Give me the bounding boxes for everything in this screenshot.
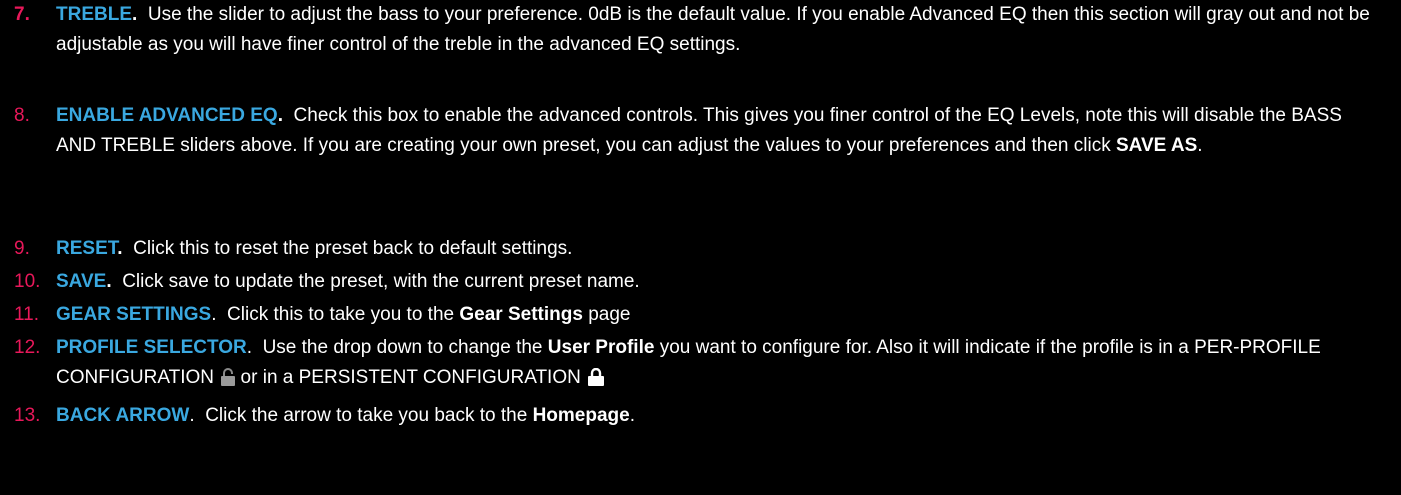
- item-title: GEAR SETTINGS: [56, 304, 212, 325]
- item-title-punct: .: [189, 405, 195, 426]
- item-title-punct: .: [277, 105, 283, 126]
- item-number: 8.: [14, 105, 30, 126]
- item-number: 9.: [14, 238, 30, 259]
- item-text-bold: User Profile: [547, 337, 655, 358]
- item-text: Click save to update the preset, with th…: [122, 271, 640, 292]
- item-title-punct: .: [106, 271, 112, 292]
- item-number: 10.: [14, 271, 41, 292]
- list-item-reset: 9. RESET. Click this to reset the preset…: [0, 234, 1390, 264]
- item-title-punct: .: [211, 304, 217, 325]
- item-text-mid2: or in a PERSISTENT CONFIGURATION: [235, 367, 587, 388]
- list-item-gear-settings: 11. GEAR SETTINGS. Click this to take yo…: [0, 300, 1390, 330]
- item-number: 11.: [14, 304, 40, 325]
- item-body: TREBLE. Use the slider to adjust the bas…: [56, 0, 1390, 60]
- item-text-end: page: [582, 304, 631, 325]
- list-item-save: 10. SAVE. Click save to update the prese…: [0, 267, 1390, 297]
- item-number: 13.: [14, 405, 41, 426]
- numbered-instructions-list: 7. TREBLE. Use the slider to adjust the …: [0, 0, 1401, 495]
- item-text-end: .: [629, 405, 635, 426]
- item-body: BACK ARROW. Click the arrow to take you …: [56, 401, 1390, 431]
- item-body: SAVE. Click save to update the preset, w…: [56, 267, 1390, 297]
- item-title: BACK ARROW: [56, 405, 190, 426]
- item-text-bold: Gear Settings: [459, 304, 583, 325]
- item-body: PROFILE SELECTOR. Use the drop down to c…: [56, 333, 1390, 396]
- item-text: Click the arrow to take you back to the: [205, 405, 533, 426]
- item-title-punct: .: [132, 4, 138, 25]
- item-title: RESET: [56, 238, 118, 259]
- item-title: SAVE: [56, 271, 107, 292]
- item-title-punct: .: [117, 238, 123, 259]
- item-number: 12.: [14, 337, 41, 358]
- list-item-profile-selector: 12. PROFILE SELECTOR. Use the drop down …: [0, 333, 1390, 396]
- item-text: Use the drop down to change the: [262, 337, 548, 358]
- list-item-enable-advanced-eq: 8. ENABLE ADVANCED EQ. Check this box to…: [0, 101, 1390, 161]
- item-number: 7.: [14, 4, 30, 25]
- item-title: TREBLE: [56, 4, 132, 25]
- item-title: ENABLE ADVANCED EQ: [56, 105, 278, 126]
- item-text: Click this to take you to the: [227, 304, 460, 325]
- unlocked-padlock-icon: [221, 366, 236, 396]
- item-text: Use the slider to adjust the bass to you…: [56, 4, 1370, 55]
- item-title-punct: .: [246, 337, 253, 358]
- list-item-back-arrow: 13. BACK ARROW. Click the arrow to take …: [0, 401, 1390, 431]
- item-text-bold: Homepage: [532, 405, 630, 426]
- item-text-bold: SAVE AS: [1115, 135, 1198, 156]
- item-text: Click this to reset the preset back to d…: [133, 238, 573, 259]
- item-text-end: .: [1197, 135, 1203, 156]
- item-body: GEAR SETTINGS. Click this to take you to…: [56, 300, 1390, 330]
- item-title: PROFILE SELECTOR: [56, 337, 247, 358]
- list-item-treble: 7. TREBLE. Use the slider to adjust the …: [0, 0, 1390, 60]
- item-body: ENABLE ADVANCED EQ. Check this box to en…: [56, 101, 1390, 161]
- item-body: RESET. Click this to reset the preset ba…: [56, 234, 1390, 264]
- locked-padlock-icon: [588, 366, 605, 396]
